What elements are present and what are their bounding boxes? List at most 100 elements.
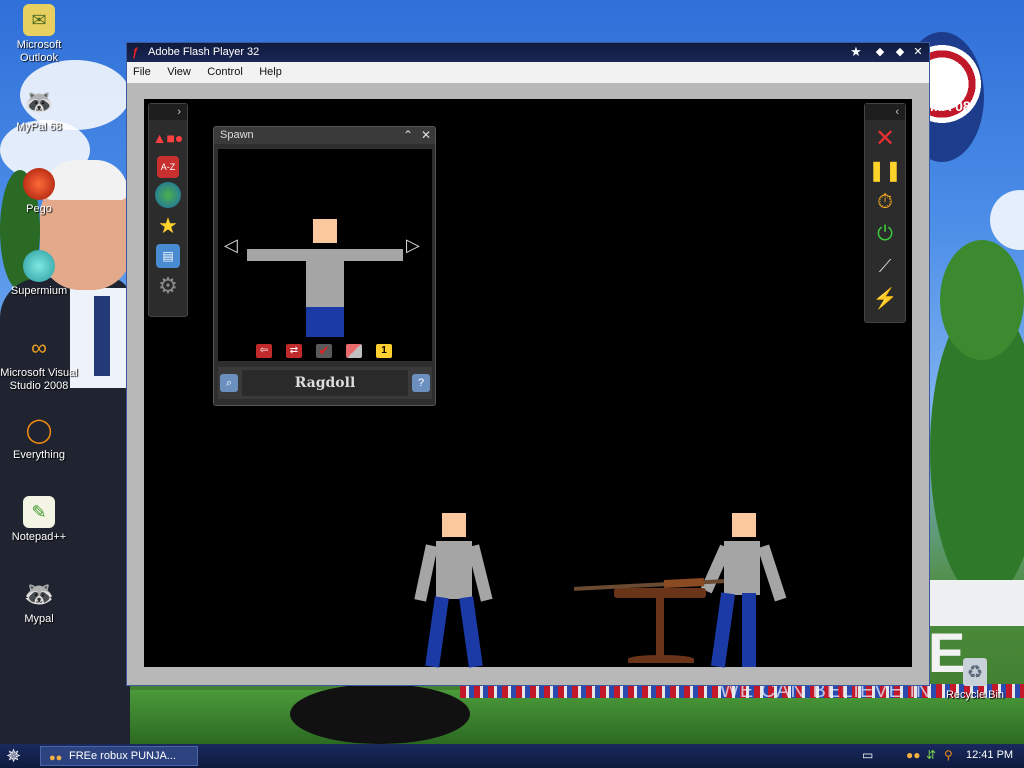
ragdoll-head (313, 219, 337, 243)
desktop-icon-everything[interactable]: ◯ Everything (0, 414, 78, 462)
visual-studio-icon: ∞ (31, 335, 47, 360)
spawn-panel-footer: ⌕ Ragdoll ? (218, 367, 432, 399)
previous-item-arrow-icon[interactable]: ◁ (224, 235, 238, 256)
ragdoll-torso (436, 541, 472, 599)
ragdoll-arm (757, 544, 787, 602)
chevron-up-icon[interactable]: ⌃ (401, 127, 415, 144)
search-icon[interactable]: ⌕ (220, 374, 238, 392)
option-flip-icon[interactable]: ⇦ (256, 344, 272, 358)
network-icon[interactable]: ⇵ (926, 748, 936, 762)
star-icon[interactable]: ★ (154, 212, 182, 240)
collapse-right-toolbar-button[interactable]: ‹ (865, 104, 905, 120)
stopwatch-icon[interactable]: ⏱ (871, 188, 899, 216)
ragdoll-head (732, 513, 756, 537)
spawn-panel: Spawn ⌃ ✕ ◁ ▷ ⇦ ⇄ ✔ 1 ⌕ Ragdoll ? (213, 126, 436, 406)
minimize-button[interactable]: ◆ (873, 45, 887, 59)
game-stage[interactable]: › ▲■● A-Z ★ ▤ ⚙ ‹ ✕ ❚❚ ⏱ ⏻ ⟋ ⚡ Spawn ⌃ ✕ (144, 99, 912, 668)
shapes-icon[interactable]: ▲■● (153, 124, 184, 152)
campaign-logo-text: MA'08 (930, 98, 971, 114)
delete-x-icon[interactable]: ✕ (871, 124, 899, 152)
desktop-icon-recycle-bin[interactable]: ♻ Recycle Bin (936, 658, 1014, 702)
menu-view[interactable]: View (161, 62, 197, 78)
maximize-button[interactable]: ◆ (893, 45, 907, 59)
menu-control[interactable]: Control (201, 62, 248, 78)
option-color-icon[interactable] (346, 344, 362, 358)
desktop-icon-mypal[interactable]: 🦝 Mypal (0, 578, 78, 626)
ragdoll-head (442, 513, 466, 537)
option-checkbox-icon[interactable]: ✔ (316, 344, 332, 358)
table-base (628, 655, 694, 663)
desktop-icon-label: Microsoft Visual Studio 2008 (0, 367, 78, 392)
outlook-icon: ✉ (23, 4, 55, 36)
right-toolbar: ‹ ✕ ❚❚ ⏱ ⏻ ⟋ ⚡ (864, 103, 906, 323)
spawn-panel-header[interactable]: Spawn ⌃ ✕ (214, 127, 435, 144)
keyboard-icon[interactable]: ▭ (862, 748, 873, 762)
raccoon-icon: 🦝 (24, 580, 54, 608)
ragdoll-leg (742, 593, 756, 667)
next-item-arrow-icon[interactable]: ▷ (406, 235, 420, 256)
ragdoll-leg (459, 596, 483, 668)
search-ring-icon: ◯ (25, 416, 53, 444)
save-icon[interactable]: ▤ (156, 244, 180, 268)
ragdoll-leg (425, 596, 449, 668)
desktop-icon-visual-studio[interactable]: ∞ Microsoft Visual Studio 2008 (0, 332, 78, 393)
spawn-item-name: Ragdoll (242, 370, 408, 396)
clock[interactable]: 12:41 PM (966, 749, 1013, 761)
desktop-icon-label: MyPal 68 (16, 121, 62, 133)
wallpaper-shadow (290, 684, 470, 744)
desktop-icon-label: Everything (13, 449, 65, 461)
lightning-icon[interactable]: ⚡ (871, 284, 899, 312)
count-badge[interactable]: 1 (376, 344, 392, 358)
menu-file[interactable]: File (127, 62, 157, 78)
notepad-icon: ✎ (23, 496, 55, 528)
table-top (614, 588, 706, 598)
pin-icon[interactable]: ★ (849, 45, 863, 59)
desktop-icon-label: Supermium (10, 285, 68, 297)
desktop-icon-label: Notepad++ (11, 531, 67, 543)
start-button-star-icon[interactable]: ✵ (6, 746, 21, 767)
globe-icon[interactable] (155, 182, 181, 208)
taskbar: ✵ ●● FREe robux PUNJA... ▭ ●● ⇵ ⚲ 12:41 … (0, 744, 1024, 768)
desktop-icon-label: Recycle Bin (945, 689, 1005, 701)
desktop-icon-label: Pego (26, 203, 52, 215)
flash-player-window[interactable]: ƒ Adobe Flash Player 32 ★ ◆ ◆ ✕ File Vie… (126, 42, 930, 686)
desktop-icon-label: Mypal (24, 613, 54, 625)
pause-icon[interactable]: ❚❚ (868, 156, 902, 184)
left-toolbar: › ▲■● A-Z ★ ▤ ⚙ (148, 103, 188, 317)
desktop-icon-outlook[interactable]: ✉ Microsoft Outlook (0, 4, 78, 65)
option-link-icon[interactable]: ⇄ (286, 344, 302, 358)
supermium-icon (23, 250, 55, 282)
help-icon[interactable]: ? (412, 374, 430, 392)
window-titlebar[interactable]: ƒ Adobe Flash Player 32 ★ ◆ ◆ ✕ (127, 43, 929, 62)
taskbar-task-button[interactable]: ●● FREe robux PUNJA... (40, 746, 198, 766)
alphabetical-list-icon[interactable]: A-Z (157, 156, 179, 178)
desktop-icon-notepadpp[interactable]: ✎ Notepad++ (0, 496, 78, 544)
expand-left-toolbar-button[interactable]: › (149, 104, 187, 120)
knife-icon[interactable]: ⟋ (871, 252, 899, 280)
menu-bar: File View Control Help (127, 62, 929, 83)
tray-app-icon[interactable]: ●● (906, 748, 921, 762)
desktop-icon-pego[interactable]: Pego (0, 168, 78, 216)
recycle-bin-icon: ♻ (963, 658, 987, 686)
menu-help[interactable]: Help (253, 62, 288, 78)
pego-icon (23, 168, 55, 200)
taskbar-task-label: FREe robux PUNJA... (69, 750, 176, 762)
ragdoll-legs (306, 307, 344, 337)
ragdoll-leg (710, 592, 736, 668)
rifle-stock (663, 577, 705, 589)
table-leg (656, 598, 664, 658)
close-button[interactable]: ✕ (911, 45, 925, 59)
flash-icon: ƒ (132, 45, 139, 59)
search-tray-icon[interactable]: ⚲ (944, 748, 953, 762)
power-icon[interactable]: ⏻ (871, 220, 899, 248)
ragdoll-torso (306, 259, 344, 307)
person-tie (94, 296, 110, 376)
close-icon[interactable]: ✕ (419, 127, 433, 144)
desktop-icon-supermium[interactable]: Supermium (0, 250, 78, 298)
task-app-icon: ●● (49, 752, 63, 764)
wallpaper-tree (940, 240, 1024, 360)
desktop-icon-mypal68[interactable]: 🦝 MyPal 68 (0, 86, 78, 134)
spawn-preview: ◁ ▷ ⇦ ⇄ ✔ 1 (218, 149, 432, 361)
ragdoll-arm (414, 544, 438, 602)
gear-icon[interactable]: ⚙ (154, 272, 182, 300)
